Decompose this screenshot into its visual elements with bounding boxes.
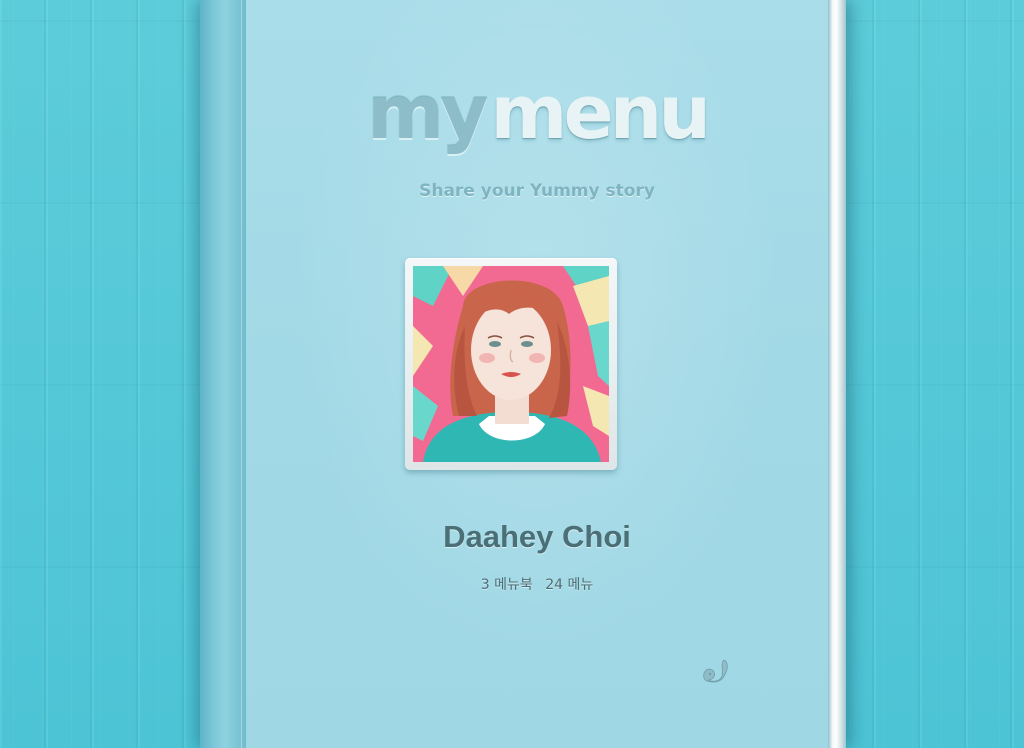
logo-my: my (366, 70, 488, 156)
menu-book[interactable]: mymenu Share your Yummy story Daahey Cho… (200, 0, 846, 748)
avatar[interactable] (413, 266, 609, 462)
user-stats: 3 메뉴북 24 메뉴 (246, 574, 828, 594)
user-name: Daahey Choi (443, 519, 631, 554)
logo-menu: menu (490, 70, 711, 156)
book-page-edges (828, 0, 846, 748)
app-background: mymenu Share your Yummy story Daahey Cho… (0, 0, 1024, 748)
app-logo: mymenu (246, 76, 828, 150)
portrait-illustration (413, 266, 609, 462)
squirrel-icon (703, 659, 728, 683)
book-spine (200, 0, 247, 748)
avatar-frame[interactable] (405, 258, 617, 470)
book-cover[interactable]: mymenu Share your Yummy story Daahey Cho… (246, 0, 828, 748)
menu-count[interactable]: 24 메뉴 (545, 577, 593, 593)
tagline: Share your Yummy story (419, 181, 655, 201)
menubook-count[interactable]: 3 메뉴북 (481, 577, 533, 593)
